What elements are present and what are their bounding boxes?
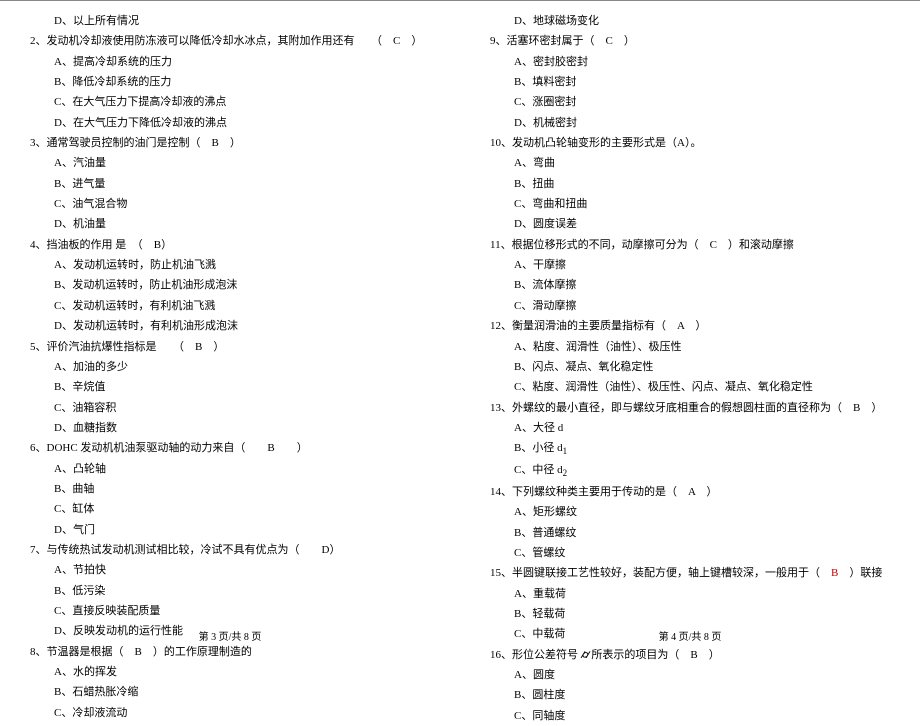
question-line: 3、通常驾驶员控制的油门是控制（ B ）: [30, 133, 430, 153]
question-line: 6、DOHC 发动机机油泵驱动轴的动力来自（ B ）: [30, 438, 430, 458]
option-line: A、水的挥发: [30, 662, 430, 682]
option-line: B、石蜡热胀冷缩: [30, 682, 430, 702]
option-line: A、大径 d: [490, 418, 890, 438]
option-line: B、发动机运转时，防止机油形成泡沫: [30, 275, 430, 295]
question-line: 11、根据位移形式的不同，动摩擦可分为（ C ）和滚动摩擦: [490, 235, 890, 255]
option-line: A、矩形螺纹: [490, 502, 890, 522]
option-line: A、粘度、润滑性（油性）、极压性: [490, 337, 890, 357]
option-line: B、低污染: [30, 581, 430, 601]
question-line: 2、发动机冷却液使用防冻液可以降低冷却水冰点，其附加作用还有 （ C ）: [30, 31, 430, 51]
option-line: D、在大气压力下降低冷却液的沸点: [30, 113, 430, 133]
page-container: D、以上所有情况2、发动机冷却液使用防冻液可以降低冷却水冰点，其附加作用还有 （…: [0, 0, 920, 651]
option-line: D、发动机运转时，有利机油形成泡沫: [30, 316, 430, 336]
question-line: 13、外螺纹的最小直径，即与螺纹牙底相重合的假想圆柱面的直径称为（ B ）: [490, 398, 890, 418]
question-line: 12、衡量润滑油的主要质量指标有（ A ）: [490, 316, 890, 336]
option-line: D、圆度误差: [490, 214, 890, 234]
page-right: D、地球磁场变化9、活塞环密封属于（ C ）A、密封胶密封B、填料密封C、涨圈密…: [460, 0, 920, 651]
left-content: D、以上所有情况2、发动机冷却液使用防冻液可以降低冷却水冰点，其附加作用还有 （…: [30, 11, 430, 723]
option-line: C、涨圈密封: [490, 92, 890, 112]
option-line: B、填料密封: [490, 72, 890, 92]
left-footer: 第 3 页/共 8 页: [0, 628, 460, 643]
question-line: 16、形位公差符号 ⌭ 所表示的项目为（ B ）: [490, 645, 890, 665]
option-line: B、轻载荷: [490, 604, 890, 624]
option-line: B、普通螺纹: [490, 523, 890, 543]
option-line: C、冷却液流动: [30, 703, 430, 723]
option-line: C、粘度、润滑性（油性）、极压性、闪点、凝点、氧化稳定性: [490, 377, 890, 397]
option-line: C、缸体: [30, 499, 430, 519]
option-line: A、重载荷: [490, 584, 890, 604]
option-line: B、辛烷值: [30, 377, 430, 397]
option-line: D、地球磁场变化: [490, 11, 890, 31]
option-line: D、血糖指数: [30, 418, 430, 438]
option-line: B、闪点、凝点、氧化稳定性: [490, 357, 890, 377]
right-footer: 第 4 页/共 8 页: [460, 628, 920, 643]
option-line: A、汽油量: [30, 153, 430, 173]
option-line: A、密封胶密封: [490, 52, 890, 72]
option-line: B、曲轴: [30, 479, 430, 499]
question-line: 9、活塞环密封属于（ C ）: [490, 31, 890, 51]
option-line: A、加油的多少: [30, 357, 430, 377]
question-line: 7、与传统热试发动机测试相比较，冷试不具有优点为（ D）: [30, 540, 430, 560]
option-line: B、小径 d1: [490, 438, 890, 460]
page-left: D、以上所有情况2、发动机冷却液使用防冻液可以降低冷却水冰点，其附加作用还有 （…: [0, 0, 460, 651]
option-line: D、机油量: [30, 214, 430, 234]
option-line: D、机械密封: [490, 113, 890, 133]
option-line: C、在大气压力下提高冷却液的沸点: [30, 92, 430, 112]
option-line: C、弯曲和扭曲: [490, 194, 890, 214]
option-line: A、弯曲: [490, 153, 890, 173]
option-line: A、节拍快: [30, 560, 430, 580]
question-line: 10、发动机凸轮轴变形的主要形式是（A）。: [490, 133, 890, 153]
option-line: C、发动机运转时，有利机油飞溅: [30, 296, 430, 316]
question-line: 14、下列螺纹种类主要用于传动的是（ A ）: [490, 482, 890, 502]
option-line: B、流体摩擦: [490, 275, 890, 295]
question-line: 5、评价汽油抗爆性指标是 （ B ）: [30, 337, 430, 357]
question-line: 8、节温器是根据（ B ）的工作原理制造的: [30, 642, 430, 662]
option-line: A、圆度: [490, 665, 890, 685]
option-line: C、直接反映装配质量: [30, 601, 430, 621]
question-line: 15、半圆键联接工艺性较好，装配方便，轴上键槽较深，一般用于（ B ）联接: [490, 563, 890, 583]
option-line: C、同轴度: [490, 706, 890, 726]
option-line: A、发动机运转时，防止机油飞溅: [30, 255, 430, 275]
right-content: D、地球磁场变化9、活塞环密封属于（ C ）A、密封胶密封B、填料密封C、涨圈密…: [490, 11, 890, 726]
option-line: B、降低冷却系统的压力: [30, 72, 430, 92]
option-line: C、管螺纹: [490, 543, 890, 563]
option-line: B、扭曲: [490, 174, 890, 194]
option-line: D、以上所有情况: [30, 11, 430, 31]
option-line: C、油气混合物: [30, 194, 430, 214]
option-line: C、油箱容积: [30, 398, 430, 418]
option-line: C、滑动摩擦: [490, 296, 890, 316]
option-line: A、干摩擦: [490, 255, 890, 275]
option-line: C、中径 d2: [490, 460, 890, 482]
option-line: D、气门: [30, 520, 430, 540]
option-line: B、进气量: [30, 174, 430, 194]
option-line: B、圆柱度: [490, 685, 890, 705]
option-line: A、凸轮轴: [30, 459, 430, 479]
question-line: 4、挡油板的作用 是 （ B）: [30, 235, 430, 255]
option-line: A、提高冷却系统的压力: [30, 52, 430, 72]
